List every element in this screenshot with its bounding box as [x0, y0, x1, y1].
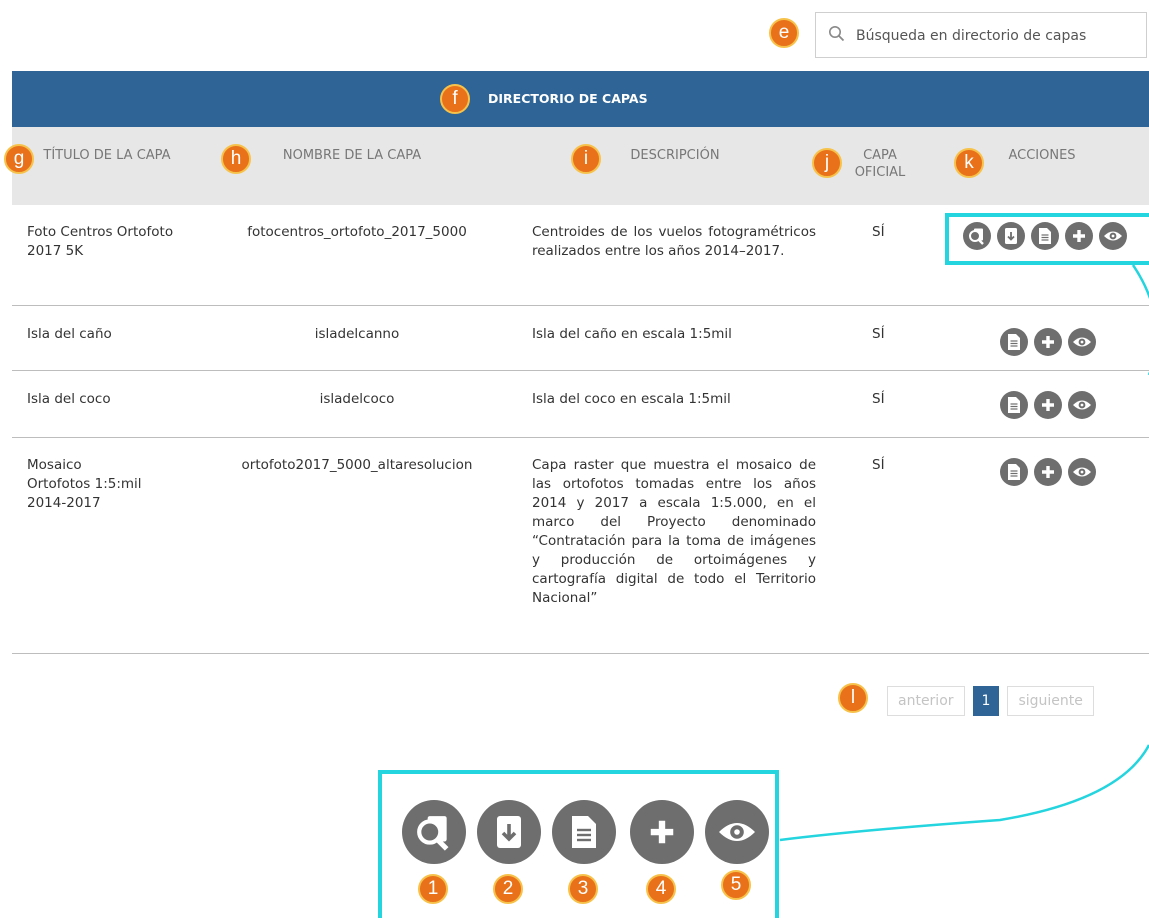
download-icon — [497, 816, 521, 848]
next-page-button[interactable]: siguiente — [1007, 686, 1094, 716]
legend-badge-1: 1 — [418, 874, 448, 904]
document-icon — [572, 816, 596, 848]
legend-badge-3: 3 — [568, 874, 598, 904]
eye-icon — [719, 823, 755, 841]
pagination: anterior 1 siguiente — [887, 686, 1094, 716]
actions-legend: 1 2 3 4 5 — [378, 770, 779, 918]
page-1-button[interactable]: 1 — [972, 686, 1000, 716]
legend-metadata-search — [402, 800, 466, 864]
legend-add — [630, 800, 694, 864]
legend-badge-5: 5 — [721, 870, 751, 900]
legend-badge-2: 2 — [493, 874, 523, 904]
legend-document — [552, 800, 616, 864]
metadata-search-icon — [417, 816, 449, 851]
legend-view — [705, 800, 769, 864]
previous-page-button[interactable]: anterior — [887, 686, 965, 716]
callout-l: l — [838, 683, 868, 713]
plus-icon — [650, 820, 674, 844]
legend-download — [477, 800, 541, 864]
legend-badge-4: 4 — [646, 874, 676, 904]
